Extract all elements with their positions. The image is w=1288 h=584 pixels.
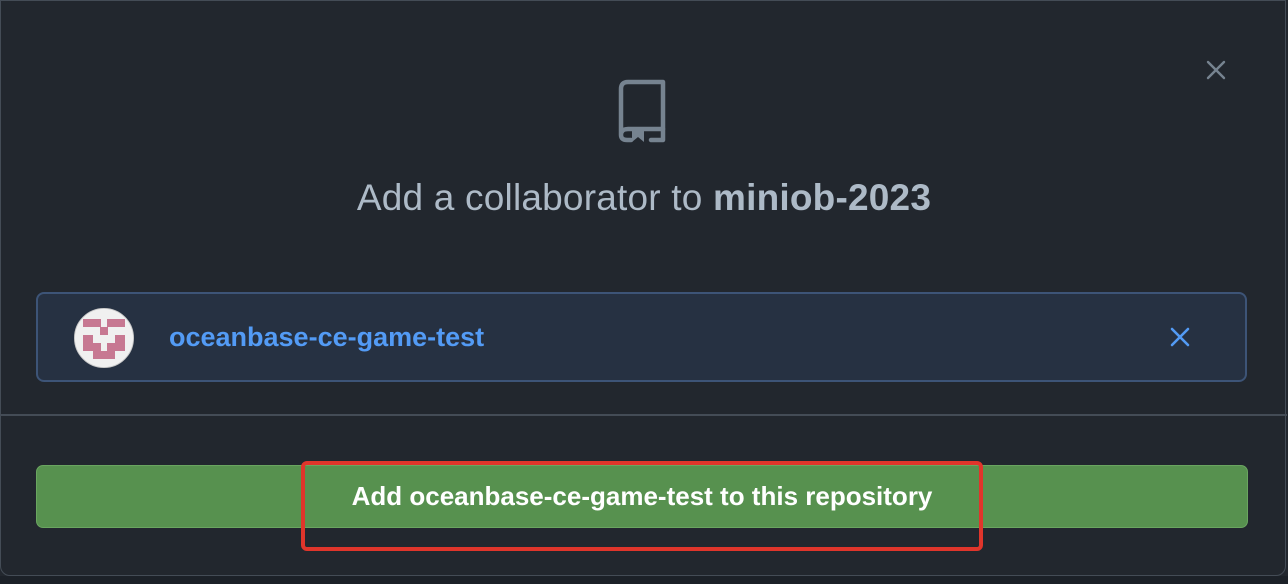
repo-icon (618, 79, 666, 143)
close-icon (1170, 327, 1190, 347)
add-collaborator-dialog: Add a collaborator to miniob-2023 oceanb… (0, 0, 1287, 576)
avatar (74, 308, 134, 368)
close-icon (1206, 60, 1226, 80)
repo-name: miniob-2023 (713, 177, 932, 218)
selected-username: oceanbase-ce-game-test (169, 322, 485, 352)
dialog-title-prefix: Add a collaborator to (356, 177, 714, 218)
close-dialog-button[interactable] (1199, 53, 1233, 87)
identicon-image (75, 309, 133, 367)
add-collaborator-button[interactable]: Add oceanbase-ce-game-test to this repos… (36, 465, 1248, 528)
dialog-title: Add a collaborator to miniob-2023 (1, 177, 1287, 219)
divider (1, 414, 1287, 416)
remove-selected-user-button[interactable] (1163, 320, 1197, 354)
selected-user-card: oceanbase-ce-game-test (36, 292, 1247, 382)
page-background (0, 576, 1288, 584)
